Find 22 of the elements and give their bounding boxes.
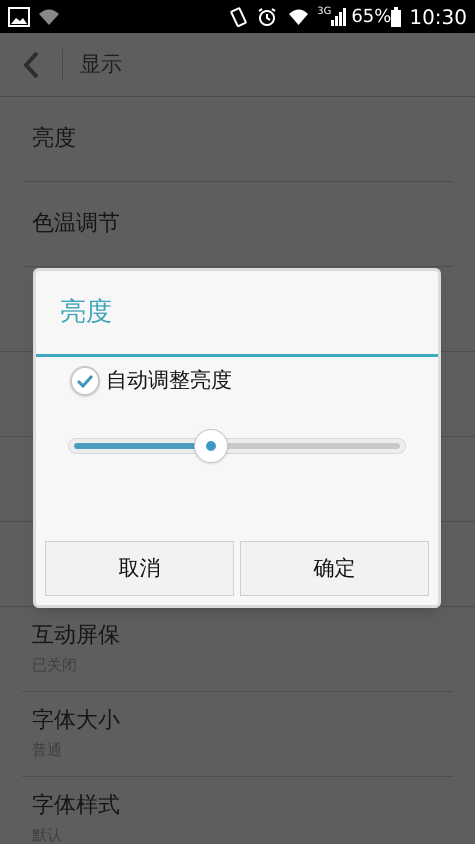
page-title: 显示 — [80, 50, 122, 78]
setting-title[interactable]: 字体大小 — [32, 707, 443, 734]
back-icon[interactable] — [22, 50, 40, 80]
clock-time: 10:30 — [409, 4, 467, 30]
battery-percent: 65% — [351, 5, 392, 29]
setting-title[interactable]: 互动屏保 — [32, 622, 443, 650]
setting-title[interactable]: 色温调节 — [32, 210, 443, 238]
setting-title[interactable]: 亮度 — [32, 125, 443, 153]
battery-icon — [391, 6, 402, 26]
network-type: 3G — [317, 5, 332, 19]
vibrate-icon — [229, 6, 250, 28]
dialog-button[interactable]: 确定 — [240, 541, 429, 596]
image-icon — [8, 6, 30, 26]
alarm-icon — [257, 6, 278, 26]
dialog-title: 亮度 — [60, 296, 112, 329]
dialog-button[interactable]: 取消 — [45, 541, 234, 596]
setting-title[interactable]: 字体样式 — [32, 792, 443, 820]
brightness-slider[interactable] — [68, 428, 406, 462]
auto-checkbox[interactable] — [70, 366, 100, 396]
signal-icon — [331, 8, 348, 26]
check-icon — [76, 374, 94, 388]
auto-brightness-label: 自动调整亮度 — [106, 367, 232, 394]
